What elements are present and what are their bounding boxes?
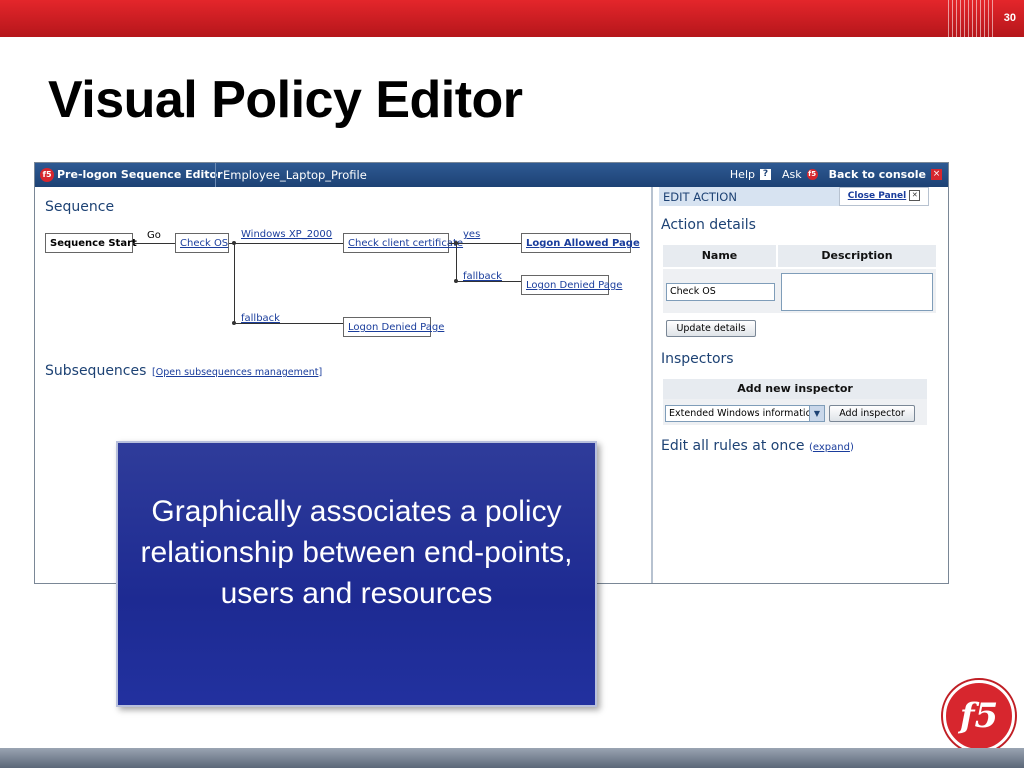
fallback-branch-label[interactable]: fallback	[241, 313, 280, 324]
sequence-start-node[interactable]: Sequence Start	[45, 233, 137, 253]
help-link[interactable]: Help	[730, 168, 755, 181]
update-details-button[interactable]: Update details	[666, 320, 756, 337]
description-column-header: Description	[778, 245, 936, 267]
banner-stripes	[948, 0, 994, 37]
header-divider	[215, 163, 216, 187]
check-os-node[interactable]: Check OS	[175, 233, 229, 253]
go-label: Go	[147, 230, 161, 241]
yes-branch-label[interactable]: yes	[463, 229, 480, 240]
callout-box: Graphically associates a policy relation…	[116, 441, 597, 707]
inspectors-heading: Inspectors	[661, 351, 734, 367]
logon-allowed-page-node[interactable]: Logon Allowed Page	[521, 233, 640, 253]
f5-logo-icon: f5	[40, 168, 54, 182]
connector-line	[449, 243, 521, 244]
back-to-console-link[interactable]: Back to console	[829, 168, 926, 181]
top-banner: 30	[0, 0, 1024, 37]
slide-number: 30	[1003, 12, 1016, 24]
logon-denied-page-node[interactable]: Logon Denied Page	[521, 275, 622, 295]
name-column-header: Name	[663, 245, 776, 267]
add-new-inspector-header: Add new inspector	[663, 379, 927, 399]
callout-text: Graphically associates a policy relation…	[140, 495, 573, 610]
chevron-down-icon[interactable]: ▼	[809, 406, 824, 421]
slide-title: Visual Policy Editor	[48, 71, 523, 129]
edit-all-rules-heading: Edit all rules at once	[661, 438, 805, 454]
close-panel-icon[interactable]: ✕	[909, 190, 921, 201]
fallback-branch-label[interactable]: fallback	[463, 271, 502, 282]
branch-line	[234, 243, 235, 323]
close-icon[interactable]: ×	[931, 169, 942, 180]
sequence-heading: Sequence	[45, 199, 115, 215]
branch-line	[456, 243, 457, 281]
close-panel-button[interactable]: Close Panel ✕	[839, 187, 929, 206]
add-inspector-button[interactable]: Add inspector	[829, 405, 915, 422]
close-panel-label[interactable]: Close Panel	[848, 191, 907, 201]
expand-label[interactable]: expand	[813, 442, 850, 453]
edit-all-rules-row: Edit all rules at once (expand)	[661, 438, 854, 454]
edit-action-panel: EDIT ACTION Close Panel ✕ Action details …	[651, 187, 948, 583]
editor-title: Pre-logon Sequence Editor	[57, 168, 223, 181]
bottom-banner	[0, 748, 1024, 768]
ask-f5-icon[interactable]: f5	[806, 169, 818, 180]
name-input[interactable]: Check OS	[666, 283, 775, 301]
logon-denied-page-node[interactable]: Logon Denied Page	[343, 317, 444, 337]
open-subsequences-label[interactable]: Open subsequences management	[156, 367, 319, 378]
subsequences-heading: Subsequences	[45, 363, 147, 379]
header-actions: Help ? Ask f5 Back to console ×	[730, 168, 942, 181]
app-header: f5 Pre-logon Sequence Editor Employee_La…	[35, 163, 948, 187]
action-details-heading: Action details	[661, 217, 756, 233]
profile-name: Employee_Laptop_Profile	[223, 168, 367, 182]
connector-line	[229, 243, 343, 244]
description-textarea[interactable]	[781, 273, 933, 311]
f5-logo: f5	[943, 680, 1015, 752]
inspector-select-value: Extended Windows information	[669, 408, 818, 419]
help-icon[interactable]: ?	[759, 169, 771, 180]
windows-branch-label[interactable]: Windows XP_2000	[241, 229, 332, 240]
expand-link[interactable]: (expand)	[809, 442, 854, 453]
f5-logo-text: f5	[959, 696, 999, 736]
edit-action-bar: EDIT ACTION Close Panel ✕	[659, 187, 929, 206]
check-client-certificate-node[interactable]: Check client certificate	[343, 233, 463, 253]
connector-line	[133, 243, 175, 244]
open-subsequences-link[interactable]: [Open subsequences management]	[152, 367, 322, 378]
ask-link[interactable]: Ask	[782, 168, 802, 181]
edit-action-title: EDIT ACTION	[663, 190, 737, 204]
inspector-select[interactable]: Extended Windows information ▼	[665, 405, 825, 422]
